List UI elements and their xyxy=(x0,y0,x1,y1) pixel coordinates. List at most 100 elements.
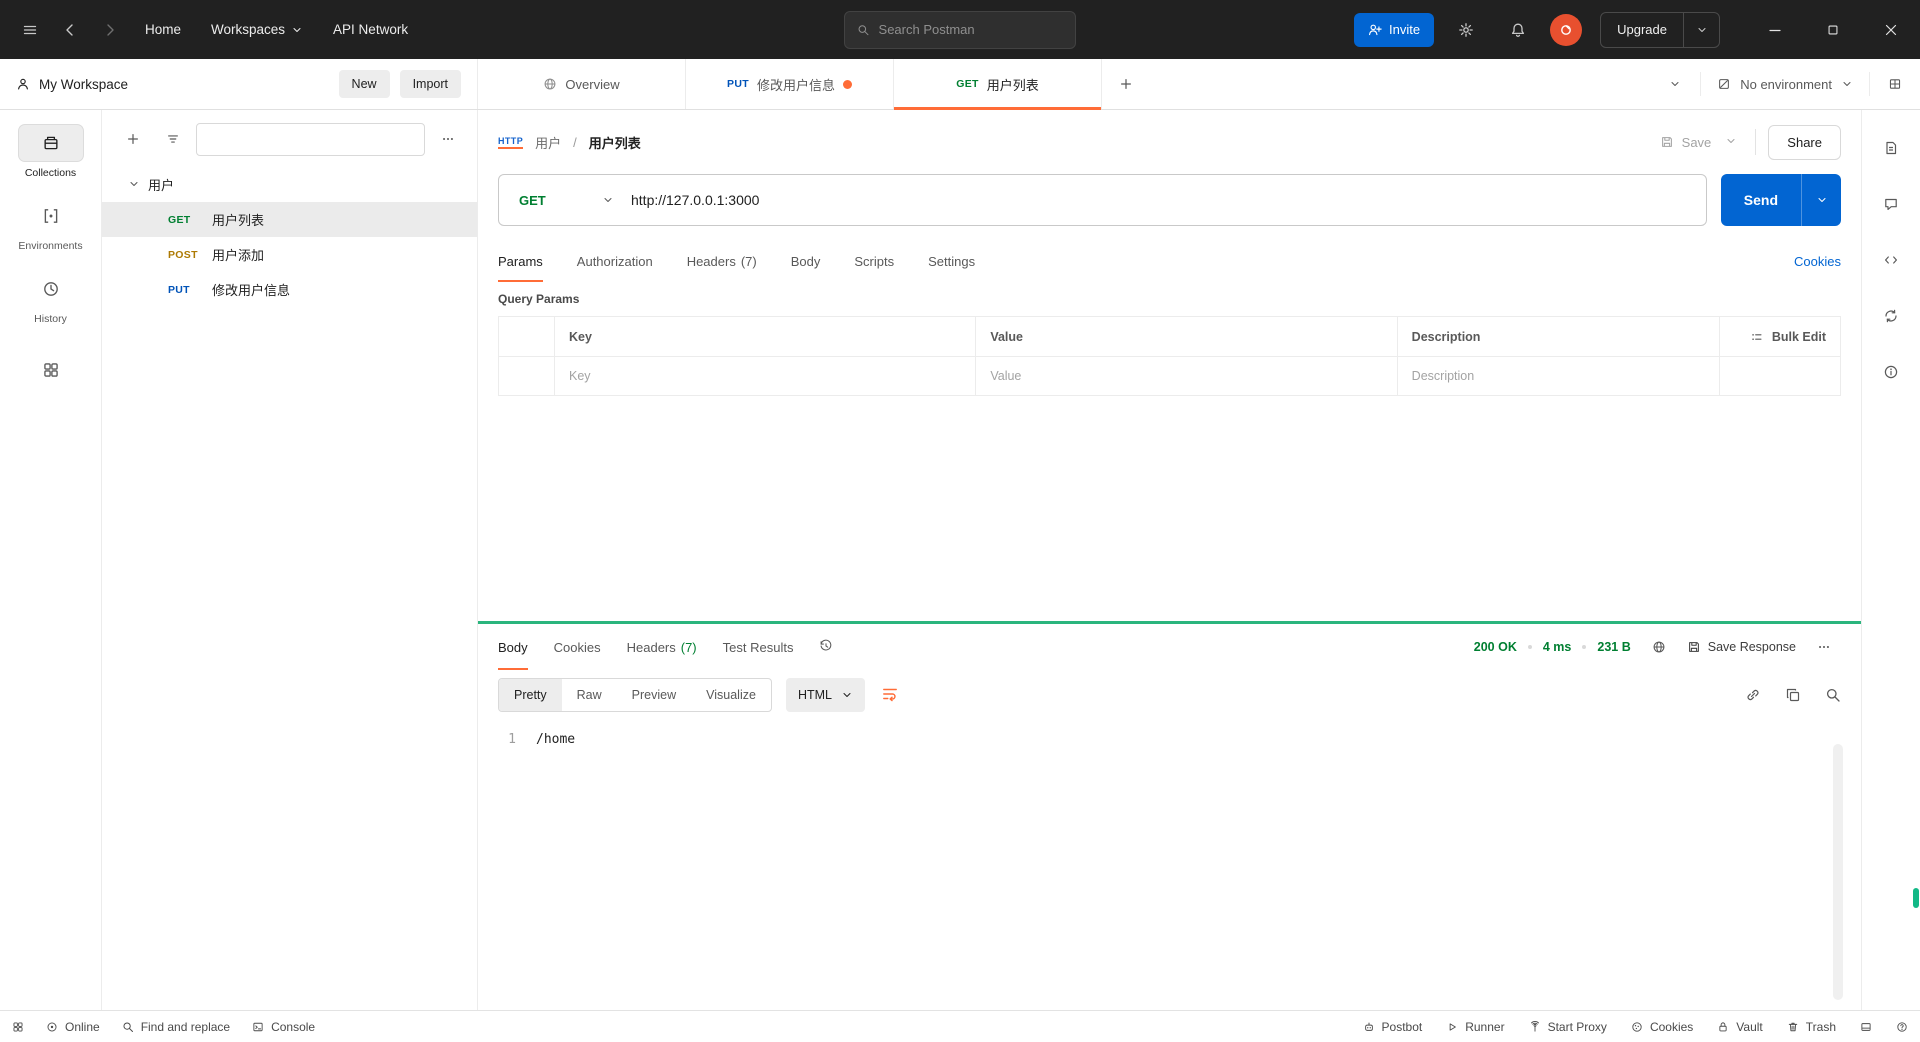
tab-settings[interactable]: Settings xyxy=(928,240,975,282)
rail-item-history[interactable]: History xyxy=(18,270,84,325)
maximize-button[interactable] xyxy=(1804,0,1862,59)
view-preview[interactable]: Preview xyxy=(617,679,691,711)
rail-item-environments[interactable]: Environments xyxy=(18,197,84,252)
tab-overview[interactable]: Overview xyxy=(478,59,686,109)
comments-icon[interactable] xyxy=(1883,196,1899,212)
save-response-button[interactable]: Save Response xyxy=(1687,640,1796,654)
param-value-input[interactable] xyxy=(990,369,1382,383)
back-icon[interactable] xyxy=(50,10,90,50)
save-button[interactable]: Save xyxy=(1652,129,1720,156)
request-item-post[interactable]: POST 用户添加 xyxy=(102,237,477,272)
response-body-editor[interactable]: 1 /home xyxy=(478,720,1861,1010)
global-search-input[interactable] xyxy=(879,22,1063,37)
request-title[interactable]: 用户列表 xyxy=(589,133,641,152)
wrap-lines-icon[interactable] xyxy=(881,685,899,706)
param-description-input[interactable] xyxy=(1412,369,1705,383)
trash-button[interactable]: Trash xyxy=(1787,1020,1836,1034)
request-item-get[interactable]: GET 用户列表 xyxy=(102,202,477,237)
help-icon[interactable] xyxy=(1896,1021,1908,1033)
language-select[interactable]: HTML xyxy=(786,678,865,712)
rail-item-more[interactable] xyxy=(18,351,84,389)
workspace-switcher[interactable]: My Workspace xyxy=(16,77,128,92)
nav-workspaces[interactable]: Workspaces xyxy=(196,0,318,59)
tab-body[interactable]: Body xyxy=(791,240,821,282)
environment-quick-look-icon[interactable] xyxy=(1878,67,1912,101)
add-icon[interactable] xyxy=(116,122,150,156)
search-response-icon[interactable] xyxy=(1825,687,1841,703)
find-and-replace[interactable]: Find and replace xyxy=(122,1020,230,1034)
link-icon[interactable] xyxy=(1745,687,1761,703)
notifications-bell-icon[interactable] xyxy=(1498,10,1538,50)
response-tab-cookies[interactable]: Cookies xyxy=(554,624,601,670)
documentation-icon[interactable] xyxy=(1883,140,1899,156)
url-input[interactable] xyxy=(631,175,1706,225)
response-size[interactable]: 231 B xyxy=(1597,640,1630,654)
view-visualize[interactable]: Visualize xyxy=(691,679,771,711)
sidebar-search-input[interactable] xyxy=(207,132,414,146)
new-button[interactable]: New xyxy=(339,70,390,98)
vault-button[interactable]: Vault xyxy=(1717,1020,1762,1034)
start-proxy-button[interactable]: Start Proxy xyxy=(1529,1020,1607,1034)
upgrade-chevron-icon[interactable] xyxy=(1683,13,1719,47)
layout-grid-icon[interactable] xyxy=(12,1021,24,1033)
settings-gear-icon[interactable] xyxy=(1446,10,1486,50)
info-icon[interactable] xyxy=(1883,364,1899,380)
response-more-icon[interactable] xyxy=(1807,630,1841,664)
scrollbar[interactable] xyxy=(1833,744,1843,1000)
upgrade-label[interactable]: Upgrade xyxy=(1601,13,1683,47)
response-tab-body[interactable]: Body xyxy=(498,624,528,670)
console-button[interactable]: Console xyxy=(252,1020,315,1034)
close-button[interactable] xyxy=(1862,0,1920,59)
response-time[interactable]: 4 ms xyxy=(1543,640,1572,654)
nav-home[interactable]: Home xyxy=(130,0,196,59)
collection-row[interactable]: 用户 xyxy=(102,166,477,202)
tab-list-chevron-icon[interactable] xyxy=(1658,67,1692,101)
upgrade-button[interactable]: Upgrade xyxy=(1600,12,1720,48)
environment-selector[interactable]: No environment xyxy=(1709,77,1861,92)
view-raw[interactable]: Raw xyxy=(562,679,617,711)
online-status[interactable]: Online xyxy=(46,1020,100,1034)
save-options-chevron-icon[interactable] xyxy=(1719,129,1743,156)
request-item-put[interactable]: PUT 修改用户信息 xyxy=(102,272,477,307)
share-button[interactable]: Share xyxy=(1768,125,1841,160)
network-globe-icon[interactable] xyxy=(1642,630,1676,664)
breadcrumb-parent[interactable]: 用户 xyxy=(535,133,561,152)
new-tab-button[interactable] xyxy=(1102,59,1150,109)
cookies-link[interactable]: Cookies xyxy=(1794,254,1841,269)
send-button[interactable]: Send xyxy=(1721,174,1801,226)
postbot-button[interactable]: Postbot xyxy=(1363,1020,1423,1034)
filter-icon[interactable] xyxy=(156,122,190,156)
nav-api-network[interactable]: API Network xyxy=(318,0,423,59)
related-requests-icon[interactable] xyxy=(1883,308,1899,324)
minimize-button[interactable] xyxy=(1746,0,1804,59)
response-tab-test-results[interactable]: Test Results xyxy=(723,624,794,670)
tab-authorization[interactable]: Authorization xyxy=(577,240,653,282)
bulk-edit-button[interactable]: Bulk Edit xyxy=(1720,317,1840,356)
tab-put-request[interactable]: PUT 修改用户信息 xyxy=(686,59,894,109)
view-pretty[interactable]: Pretty xyxy=(499,679,562,711)
global-search[interactable] xyxy=(844,11,1076,49)
avatar[interactable] xyxy=(1550,14,1582,46)
response-tab-headers[interactable]: Headers(7) xyxy=(627,624,697,670)
send-options-chevron-icon[interactable] xyxy=(1801,174,1841,226)
copy-icon[interactable] xyxy=(1785,687,1801,703)
bottom-panel-icon[interactable] xyxy=(1860,1021,1872,1033)
method-select[interactable]: GET xyxy=(499,193,631,208)
param-key-input[interactable] xyxy=(569,369,961,383)
rail-item-collections[interactable]: Collections xyxy=(18,124,84,179)
response-history-icon[interactable] xyxy=(819,639,833,656)
tab-headers[interactable]: Headers(7) xyxy=(687,240,757,282)
runner-button[interactable]: Runner xyxy=(1446,1020,1504,1034)
invite-button[interactable]: Invite xyxy=(1354,13,1434,47)
forward-icon[interactable] xyxy=(90,10,130,50)
menu-icon[interactable] xyxy=(10,10,50,50)
code-snippet-icon[interactable] xyxy=(1883,252,1899,268)
sidebar-search[interactable] xyxy=(196,123,425,156)
import-button[interactable]: Import xyxy=(400,70,461,98)
tab-params[interactable]: Params xyxy=(498,240,543,282)
tab-scripts[interactable]: Scripts xyxy=(854,240,894,282)
cookies-button[interactable]: Cookies xyxy=(1631,1020,1693,1034)
status-badge[interactable]: 200 OK xyxy=(1474,640,1517,654)
more-icon[interactable] xyxy=(431,122,465,156)
tab-get-request[interactable]: GET 用户列表 xyxy=(894,59,1102,109)
